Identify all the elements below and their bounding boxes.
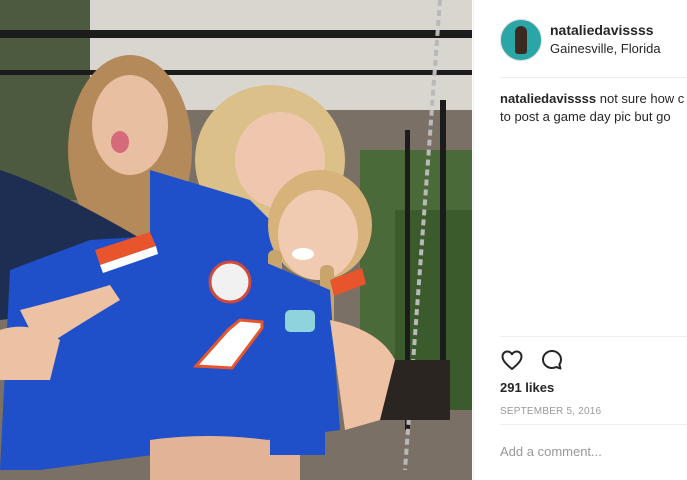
comment-input[interactable] [500,436,680,466]
post-header: nataliedavissss Gainesville, Florida [500,19,687,61]
avatar-figure [515,26,527,54]
heart-icon[interactable] [500,348,524,372]
caption-text-1: not sure how c [599,91,685,106]
photo-illustration [0,0,472,480]
post-date: SEPTEMBER 5, 2016 [500,406,602,417]
caption-text-2: to post a game day pic but go [500,109,671,124]
comment-divider [500,424,687,425]
header-username[interactable]: nataliedavissss [550,22,654,38]
header-location[interactable]: Gainesville, Florida [550,41,661,56]
caption-line-1: nataliedavissss not sure how c [500,90,687,108]
header-divider [500,77,687,78]
post-sidebar: nataliedavissss Gainesville, Florida nat… [473,0,687,480]
avatar[interactable] [500,19,542,61]
likes-count[interactable]: 291 likes [500,380,554,395]
speech-bubble-icon[interactable] [540,348,564,372]
post-photo[interactable] [0,0,472,480]
caption-username[interactable]: nataliedavissss [500,91,596,106]
post-caption: nataliedavissss not sure how c to post a… [500,90,687,130]
actions-divider [500,336,687,337]
